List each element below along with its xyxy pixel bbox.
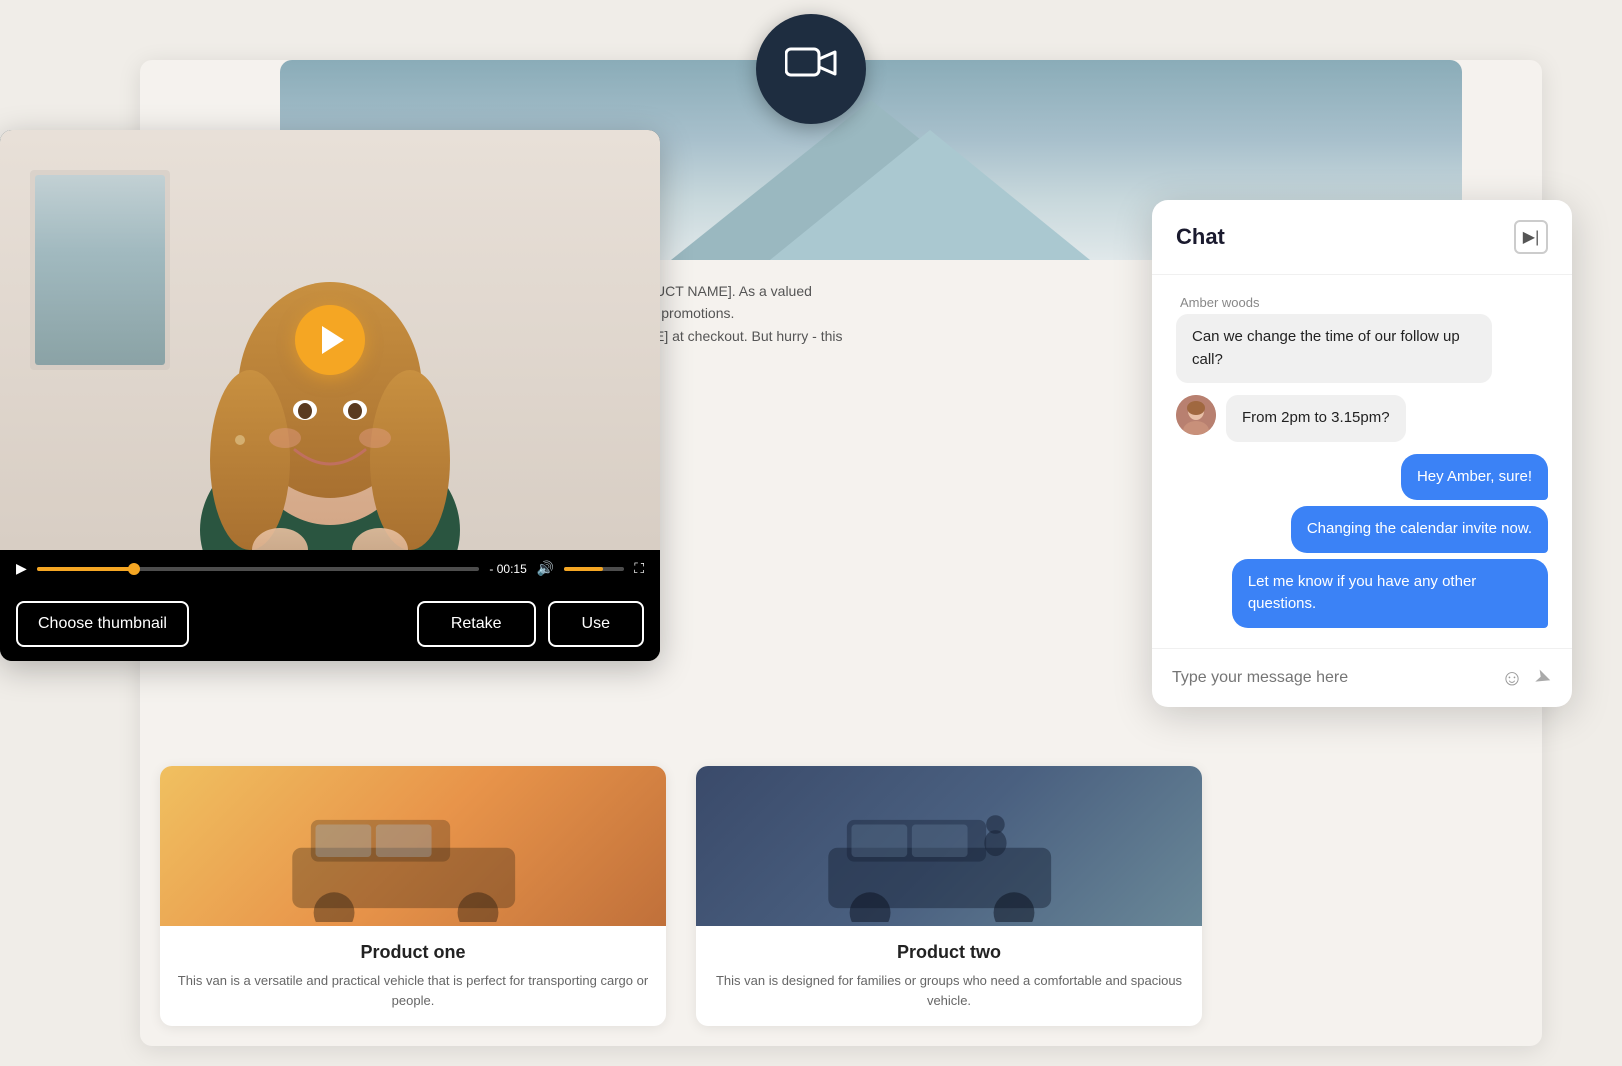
sent-messages-group: Hey Amber, sure! Changing the calendar i… [1176, 454, 1548, 628]
use-button[interactable]: Use [548, 601, 644, 647]
background-text-area: [RODUCT NAME]. As a valued ls and promot… [620, 280, 940, 347]
chat-title: Chat [1176, 224, 1225, 250]
video-controls: ▶ - 00:15 🔊 ⛶ [0, 550, 660, 587]
product-card-2-image [696, 766, 1202, 926]
play-icon [322, 326, 344, 354]
received-messages-group: Amber woods Can we change the time of ou… [1176, 295, 1548, 383]
mountain-shape-2 [770, 130, 1090, 260]
collapse-icon: ▶| [1523, 227, 1539, 247]
bg-text-line3: [CODE] at checkout. But hurry - this [620, 325, 940, 347]
sender-name: Amber woods [1176, 295, 1548, 310]
bg-text-line2: ls and promotions. [620, 302, 940, 324]
ctrl-play-icon[interactable]: ▶ [16, 560, 27, 577]
received-message-row-2: From 2pm to 3.15pm? [1176, 395, 1548, 442]
chat-input[interactable] [1172, 669, 1489, 687]
product-card-1-title: Product one [176, 942, 650, 963]
product-cards-area: Product one This van is a versatile and … [140, 766, 1222, 1026]
send-button[interactable]: ➤ [1531, 663, 1555, 692]
chat-input-area: ☺ ➤ [1152, 648, 1572, 707]
bg-text-line1: [RODUCT NAME]. As a valued [620, 280, 940, 302]
product-card-2-desc: This van is designed for families or gro… [712, 971, 1186, 1010]
product-card-2-body: Product two This van is designed for fam… [696, 926, 1202, 1026]
product-card-2-title: Product two [712, 942, 1186, 963]
chat-collapse-button[interactable]: ▶| [1514, 220, 1548, 254]
volume-icon[interactable]: 🔊 [537, 560, 554, 577]
choose-thumbnail-button[interactable]: Choose thumbnail [16, 601, 189, 647]
volume-bar[interactable] [564, 567, 624, 571]
sent-message-1: Hey Amber, sure! [1401, 454, 1548, 501]
chat-messages: Amber woods Can we change the time of ou… [1152, 275, 1572, 648]
video-camera-icon [785, 44, 837, 94]
time-display: - 00:15 [489, 562, 526, 576]
progress-thumb [128, 563, 140, 575]
progress-fill [37, 567, 134, 571]
product-card-1-image [160, 766, 666, 926]
chat-header: Chat ▶| [1152, 200, 1572, 275]
received-message-2: From 2pm to 3.15pm? [1226, 395, 1406, 442]
received-message-1: Can we change the time of our follow up … [1176, 314, 1492, 383]
product-card-2: Product two This van is designed for fam… [696, 766, 1202, 1026]
fullscreen-icon[interactable]: ⛶ [634, 560, 644, 577]
sent-message-3: Let me know if you have any other questi… [1232, 559, 1548, 628]
emoji-button[interactable]: ☺ [1501, 665, 1523, 691]
play-button[interactable] [295, 305, 365, 375]
product-card-1: Product one This van is a versatile and … [160, 766, 666, 1026]
video-display [0, 130, 660, 550]
progress-bar[interactable] [37, 567, 480, 571]
product-card-1-body: Product one This van is a versatile and … [160, 926, 666, 1026]
video-icon-circle [756, 14, 866, 124]
product-card-1-desc: This van is a versatile and practical ve… [176, 971, 650, 1010]
chat-panel: Chat ▶| Amber woods Can we change the ti… [1152, 200, 1572, 707]
video-panel: ▶ - 00:15 🔊 ⛶ Choose thumbnail Retake Us… [0, 130, 660, 661]
volume-fill [564, 567, 603, 571]
retake-button[interactable]: Retake [417, 601, 536, 647]
sender-avatar [1176, 395, 1216, 435]
sent-message-2: Changing the calendar invite now. [1291, 506, 1548, 553]
video-bottom-bar: Choose thumbnail Retake Use [0, 587, 660, 661]
